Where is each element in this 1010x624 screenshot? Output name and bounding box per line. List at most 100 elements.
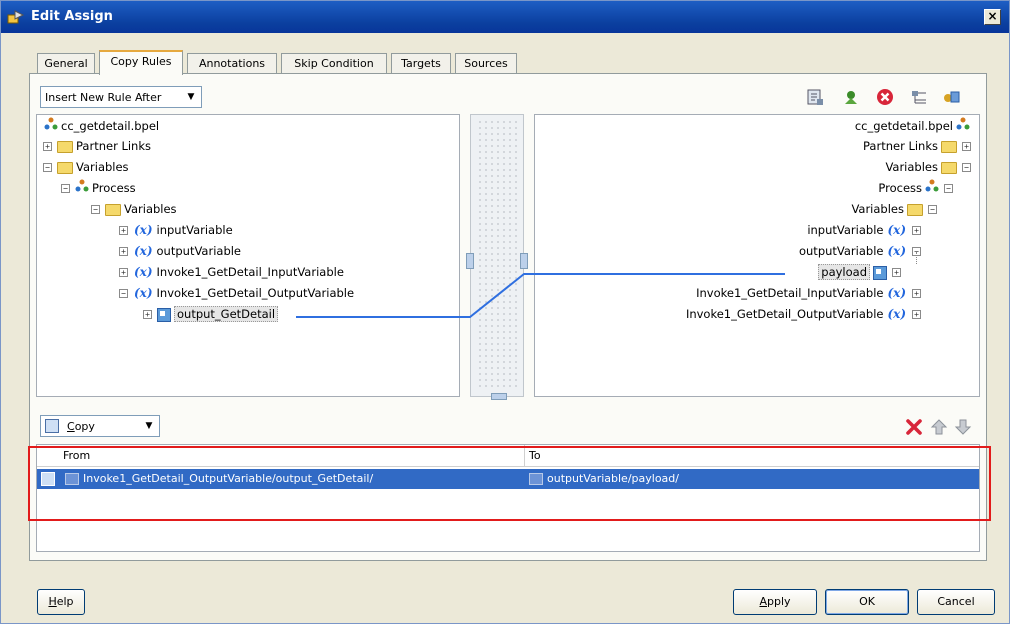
tree-node-invoke-input-variable[interactable]: + (x) Invoke1_GetDetail_InputVariable	[117, 263, 344, 281]
process-icon	[956, 117, 970, 136]
title-bar[interactable]: Edit Assign ×	[1, 1, 1009, 33]
variable-icon: (x)	[887, 286, 906, 300]
tree-node-process[interactable]: − Process	[59, 179, 136, 197]
element-icon	[157, 307, 171, 322]
tab-copy-rules[interactable]: Copy Rules	[99, 50, 183, 75]
tree-node-payload[interactable]: payload +	[818, 263, 903, 281]
target-tree[interactable]: cc_getdetail.bpel Partner Links + Variabl…	[534, 114, 980, 397]
help-button[interactable]: Help	[37, 589, 85, 615]
tab-skip-condition[interactable]: Skip Condition	[281, 53, 387, 74]
insert-rule-select[interactable]: Insert New Rule After ▼	[40, 86, 202, 108]
column-divider[interactable]	[524, 445, 525, 467]
copy-rule-icon	[41, 472, 55, 486]
tree-node-output-variable[interactable]: + (x) outputVariable	[117, 242, 241, 260]
cancel-button[interactable]: Cancel	[917, 589, 995, 615]
tree-node-output-getdetail[interactable]: + output_GetDetail	[141, 305, 279, 323]
tree-node-variables[interactable]: Variables −	[885, 158, 973, 176]
tree-node-variables[interactable]: − Variables	[41, 158, 129, 176]
expand-icon[interactable]: +	[912, 289, 921, 298]
chevron-down-icon: ▼	[145, 421, 153, 431]
copy-operation-select[interactable]: Copy ▼	[40, 415, 160, 437]
tree-node-bpel-root[interactable]: cc_getdetail.bpel	[41, 117, 159, 135]
right-scroll-arrow-icon[interactable]	[520, 253, 528, 269]
canvas-grid	[477, 119, 517, 391]
variable-icon: (x)	[887, 307, 906, 321]
move-down-icon[interactable]	[954, 418, 972, 436]
tree-node-invoke-output-variable[interactable]: − (x) Invoke1_GetDetail_OutputVariable	[117, 284, 354, 302]
folder-open-icon	[105, 203, 121, 216]
tab-general[interactable]: General	[37, 53, 95, 74]
tree-node-input-variable[interactable]: + (x) inputVariable	[117, 221, 233, 239]
collapse-icon[interactable]: −	[944, 184, 953, 193]
mapping-canvas[interactable]	[466, 114, 528, 400]
tree-node-invoke-input-variable[interactable]: Invoke1_GetDetail_InputVariable (x) +	[696, 284, 923, 302]
column-header-from[interactable]: From	[63, 449, 90, 462]
copy-rules-table[interactable]: From To Invoke1_GetDetail_OutputVariable…	[36, 444, 980, 552]
copy-operation-select-value: Copy	[67, 420, 95, 433]
selected-source-label: output_GetDetail	[174, 306, 279, 322]
tree-guide-line	[916, 252, 917, 264]
tab-annotations[interactable]: Annotations	[187, 53, 277, 74]
expand-icon[interactable]: +	[912, 310, 921, 319]
tree-node-partner-links[interactable]: Partner Links +	[863, 137, 973, 155]
down-scroll-arrow-icon[interactable]	[491, 393, 507, 400]
expression-icon[interactable]	[806, 88, 824, 106]
process-icon	[44, 117, 58, 136]
xpath-icon	[529, 473, 543, 485]
delete-rule-icon[interactable]	[905, 418, 923, 436]
tree-node-bpel-root[interactable]: cc_getdetail.bpel	[855, 117, 973, 135]
xpath-icon	[65, 473, 79, 485]
tree-node-input-variable[interactable]: inputVariable (x) +	[807, 221, 923, 239]
apply-button[interactable]: Apply	[733, 589, 817, 615]
expand-icon[interactable]: +	[119, 247, 128, 256]
expand-icon[interactable]: +	[119, 268, 128, 277]
variable-icon: (x)	[134, 286, 153, 300]
collapse-icon[interactable]: −	[928, 205, 937, 214]
process-icon	[925, 179, 939, 198]
tab-sources[interactable]: Sources	[455, 53, 517, 74]
collapse-icon[interactable]: −	[962, 163, 971, 172]
copy-rules-panel: Insert New Rule After ▼ cc_getdetail.bpe…	[29, 73, 987, 561]
rule-from-cell[interactable]: Invoke1_GetDetail_OutputVariable/output_…	[65, 469, 373, 489]
folder-open-icon	[941, 161, 957, 174]
copy-icon	[45, 419, 59, 433]
tree-node-process-variables[interactable]: − Variables	[89, 200, 177, 218]
chevron-down-icon: ▼	[187, 92, 195, 102]
collapse-icon[interactable]: −	[91, 205, 100, 214]
move-up-icon[interactable]	[930, 418, 948, 436]
variable-icon: (x)	[134, 244, 153, 258]
close-button[interactable]: ×	[984, 9, 1001, 25]
selected-target-label: payload	[818, 264, 870, 280]
collapse-icon[interactable]: −	[43, 163, 52, 172]
bulk-icon[interactable]	[910, 88, 928, 106]
expand-icon[interactable]: +	[892, 268, 901, 277]
variable-icon: (x)	[134, 265, 153, 279]
source-tree[interactable]: cc_getdetail.bpel + Partner Links − Variab…	[36, 114, 460, 397]
table-row[interactable]: Invoke1_GetDetail_OutputVariable/output_…	[37, 469, 979, 489]
collapse-icon[interactable]: −	[119, 289, 128, 298]
expand-icon[interactable]: +	[143, 310, 152, 319]
xml-fragment-icon[interactable]	[842, 88, 860, 106]
column-header-to[interactable]: To	[529, 449, 541, 462]
tree-node-output-variable[interactable]: outputVariable (x) −	[799, 242, 923, 260]
variable-icon: (x)	[134, 223, 153, 237]
rule-to-cell[interactable]: outputVariable/payload/	[529, 469, 679, 489]
expand-icon[interactable]: +	[43, 142, 52, 151]
expand-icon[interactable]: +	[119, 226, 128, 235]
append-icon[interactable]	[942, 88, 960, 106]
expand-icon[interactable]: +	[962, 142, 971, 151]
tree-node-process[interactable]: Process −	[878, 179, 955, 197]
table-header: From To	[37, 445, 979, 467]
tree-node-invoke-output-variable[interactable]: Invoke1_GetDetail_OutputVariable (x) +	[686, 305, 923, 323]
close-icon: ×	[987, 9, 998, 23]
tab-targets[interactable]: Targets	[391, 53, 451, 74]
edit-assign-dialog: Edit Assign × General Copy Rules Annotat…	[0, 0, 1010, 624]
ok-button[interactable]: OK	[825, 589, 909, 615]
variable-icon: (x)	[887, 244, 906, 258]
left-scroll-arrow-icon[interactable]	[466, 253, 474, 269]
collapse-icon[interactable]: −	[61, 184, 70, 193]
tree-node-partner-links[interactable]: + Partner Links	[41, 137, 151, 155]
tree-node-process-variables[interactable]: Variables −	[851, 200, 939, 218]
delete-icon[interactable]	[876, 88, 894, 106]
expand-icon[interactable]: +	[912, 226, 921, 235]
